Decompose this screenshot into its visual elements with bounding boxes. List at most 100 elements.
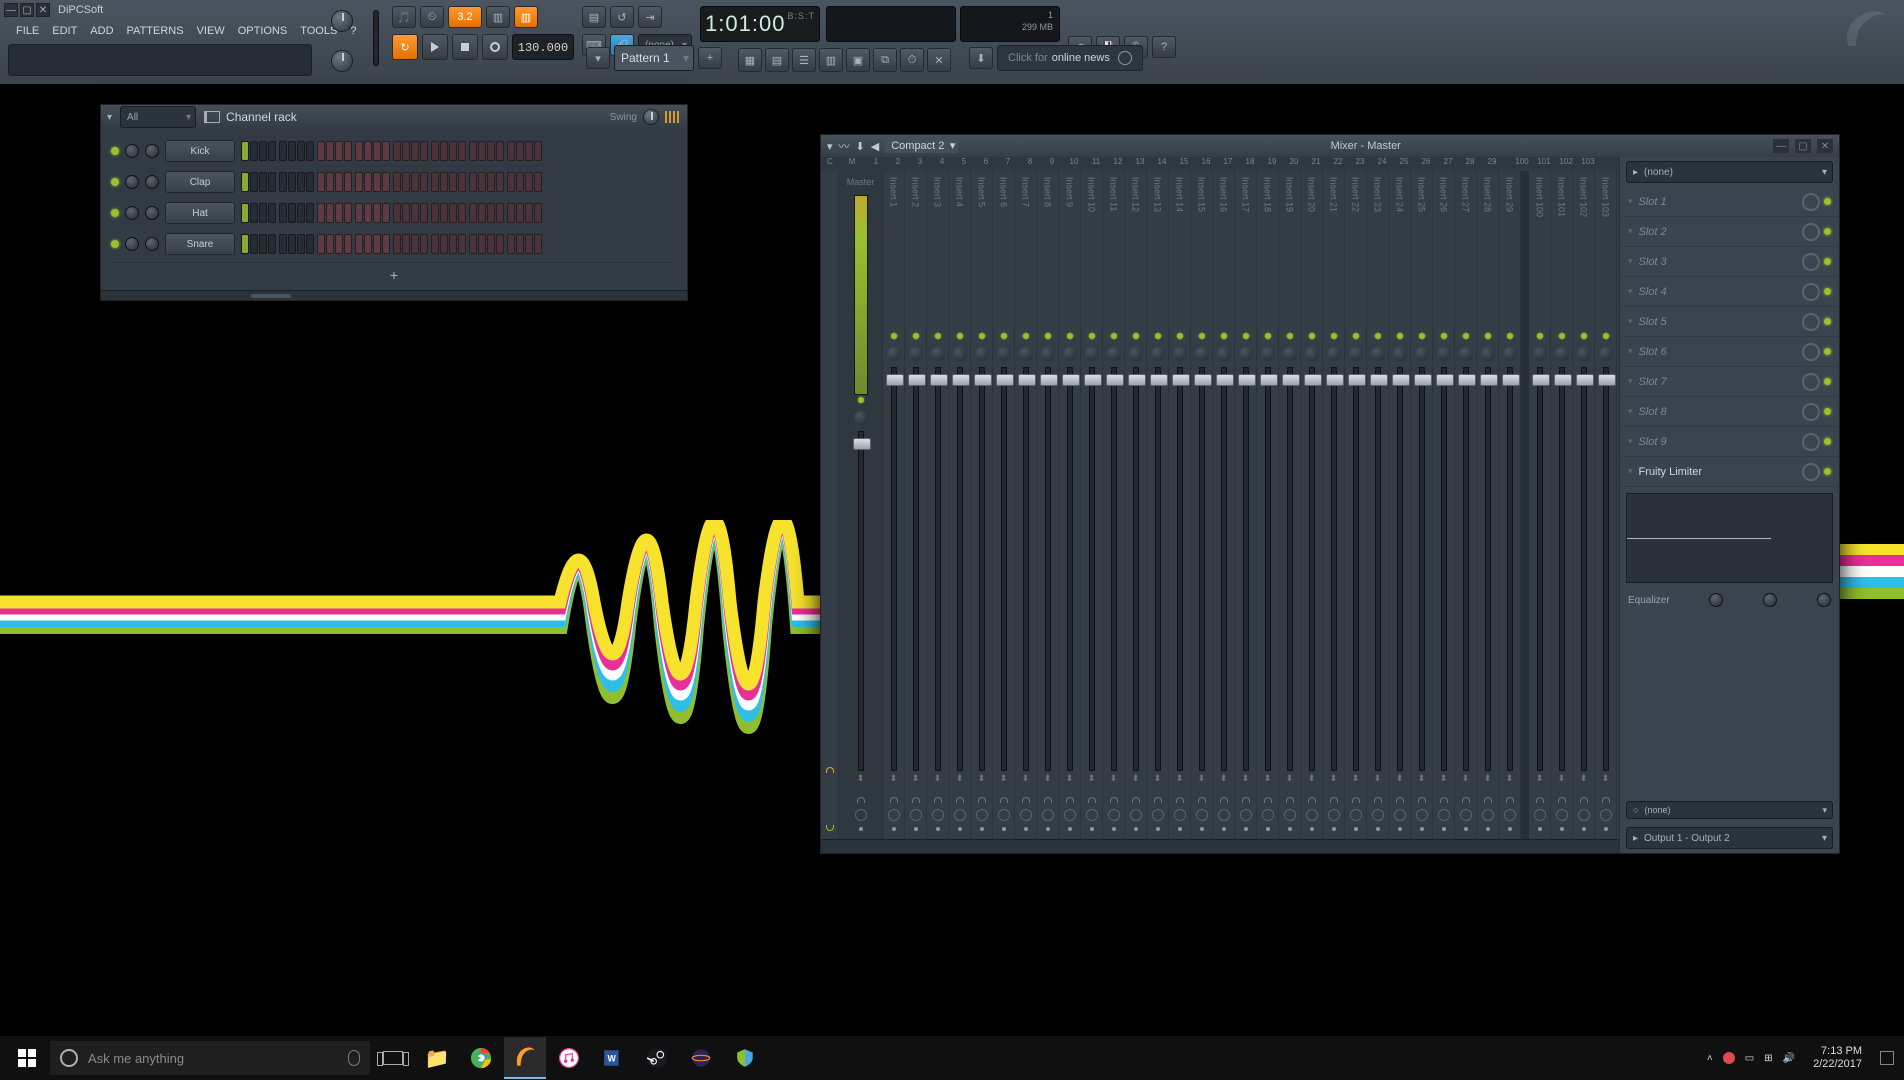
step[interactable] [335,203,343,223]
fx-slot[interactable]: Slot 7 [1620,367,1839,397]
track-number[interactable]: 14 [1151,157,1173,171]
step[interactable] [279,141,287,161]
browser-icon[interactable]: ▣ [846,48,870,72]
step[interactable] [373,141,381,161]
master-track[interactable]: Master ⬍ [839,171,883,839]
tray-app-icon[interactable] [1723,1052,1735,1064]
step[interactable] [478,172,486,192]
step[interactable] [431,172,439,192]
step[interactable] [279,234,287,254]
step[interactable] [487,172,495,192]
track-number[interactable]: 26 [1415,157,1437,171]
track-fader[interactable] [1353,367,1359,771]
step[interactable] [306,234,314,254]
track-fader[interactable] [1559,367,1565,771]
channel-button[interactable]: Snare [165,233,235,255]
track-dot-icon[interactable] [1156,827,1160,831]
step[interactable] [440,234,448,254]
track-send-up-icon[interactable] [1374,797,1382,803]
track-knob-icon[interactable] [1152,809,1164,821]
step-icon[interactable]: ⇥ [638,6,662,28]
track-send-up-icon[interactable] [912,797,920,803]
track-dot-icon[interactable] [1332,827,1336,831]
mixer-track[interactable]: Insert 1 ⬍ [883,171,905,839]
mixer-track[interactable]: Insert 12 ⬍ [1125,171,1147,839]
track-number[interactable]: 4 [931,157,953,171]
track-send-up-icon[interactable] [1506,797,1514,803]
mixer-track[interactable]: Insert 28 ⬍ [1477,171,1499,839]
step[interactable] [344,172,352,192]
track-pan-knob[interactable] [1481,347,1495,361]
step[interactable] [288,234,296,254]
plugin-db-icon[interactable]: ⧉ [873,48,897,72]
track-send-up-icon[interactable] [934,797,942,803]
mixer-menu-icon[interactable]: ▾ [827,140,833,153]
track-number[interactable]: 16 [1195,157,1217,171]
mixer-track[interactable]: Insert 16 ⬍ [1213,171,1235,839]
step[interactable] [516,234,524,254]
step[interactable] [440,203,448,223]
track-fx-icon[interactable]: ⬍ [1264,773,1272,787]
track-fader[interactable] [935,367,941,771]
step[interactable] [317,203,325,223]
track-pan-knob[interactable] [1217,347,1231,361]
step[interactable] [364,172,372,192]
channel-pan-knob[interactable] [125,237,139,251]
step[interactable] [478,203,486,223]
close-all-icon[interactable]: ✕ [927,48,951,72]
track-enable-led[interactable] [1235,331,1256,341]
track-dot-icon[interactable] [1200,827,1204,831]
step[interactable] [250,172,258,192]
track-pan-knob[interactable] [1239,347,1253,361]
step[interactable] [335,141,343,161]
track-enable-led[interactable] [1279,331,1300,341]
menu-add[interactable]: ADD [84,22,119,40]
add-channel-button[interactable]: + [111,262,677,286]
mixer-track[interactable]: Insert 101 ⬍ [1551,171,1573,839]
step[interactable] [241,172,249,192]
mixer-track[interactable]: Insert 2 ⬍ [905,171,927,839]
step[interactable] [382,234,390,254]
track-fx-icon[interactable]: ⬍ [1396,773,1404,787]
track-enable-led[interactable] [839,395,882,405]
blend-icon[interactable]: ▥ [514,6,538,28]
step[interactable] [306,203,314,223]
step[interactable] [458,172,466,192]
track-send-up-icon[interactable] [1286,797,1294,803]
step[interactable] [288,141,296,161]
track-fader[interactable] [1001,367,1007,771]
track-fx-icon[interactable]: ⬍ [1440,773,1448,787]
track-send-up-icon[interactable] [1352,797,1360,803]
track-knob-icon[interactable] [1416,809,1428,821]
step[interactable] [507,172,515,192]
record-button[interactable] [482,34,508,60]
track-enable-led[interactable] [1367,331,1388,341]
track-pan-knob[interactable] [1173,347,1187,361]
step[interactable] [355,141,363,161]
channel-mute-led[interactable] [111,240,119,248]
channel-button[interactable]: Hat [165,202,235,224]
track-dot-icon[interactable] [936,827,940,831]
route-down-icon[interactable] [826,825,834,831]
step[interactable] [469,141,477,161]
track-send-up-icon[interactable] [1418,797,1426,803]
track-fader[interactable] [1485,367,1491,771]
mixer-layout-dropdown[interactable]: Compact 2 [885,139,958,153]
step[interactable] [355,203,363,223]
mixer-track[interactable]: Insert 9 ⬍ [1059,171,1081,839]
track-knob-icon[interactable] [1306,809,1318,821]
chrome-icon[interactable] [460,1037,502,1079]
track-pan-knob[interactable] [1107,347,1121,361]
track-enable-led[interactable] [1323,331,1344,341]
track-send-up-icon[interactable] [956,797,964,803]
track-fx-icon[interactable]: ⬍ [1374,773,1382,787]
track-fx-icon[interactable]: ⬍ [1330,773,1338,787]
track-pan-knob[interactable] [1555,347,1569,361]
track-fx-icon[interactable]: ⬍ [1580,773,1588,787]
step[interactable] [469,172,477,192]
track-send-up-icon[interactable] [1066,797,1074,803]
track-knob-icon[interactable] [932,809,944,821]
track-enable-led[interactable] [883,331,904,341]
track-pan-knob[interactable] [1577,347,1591,361]
track-enable-led[interactable] [1595,331,1616,341]
